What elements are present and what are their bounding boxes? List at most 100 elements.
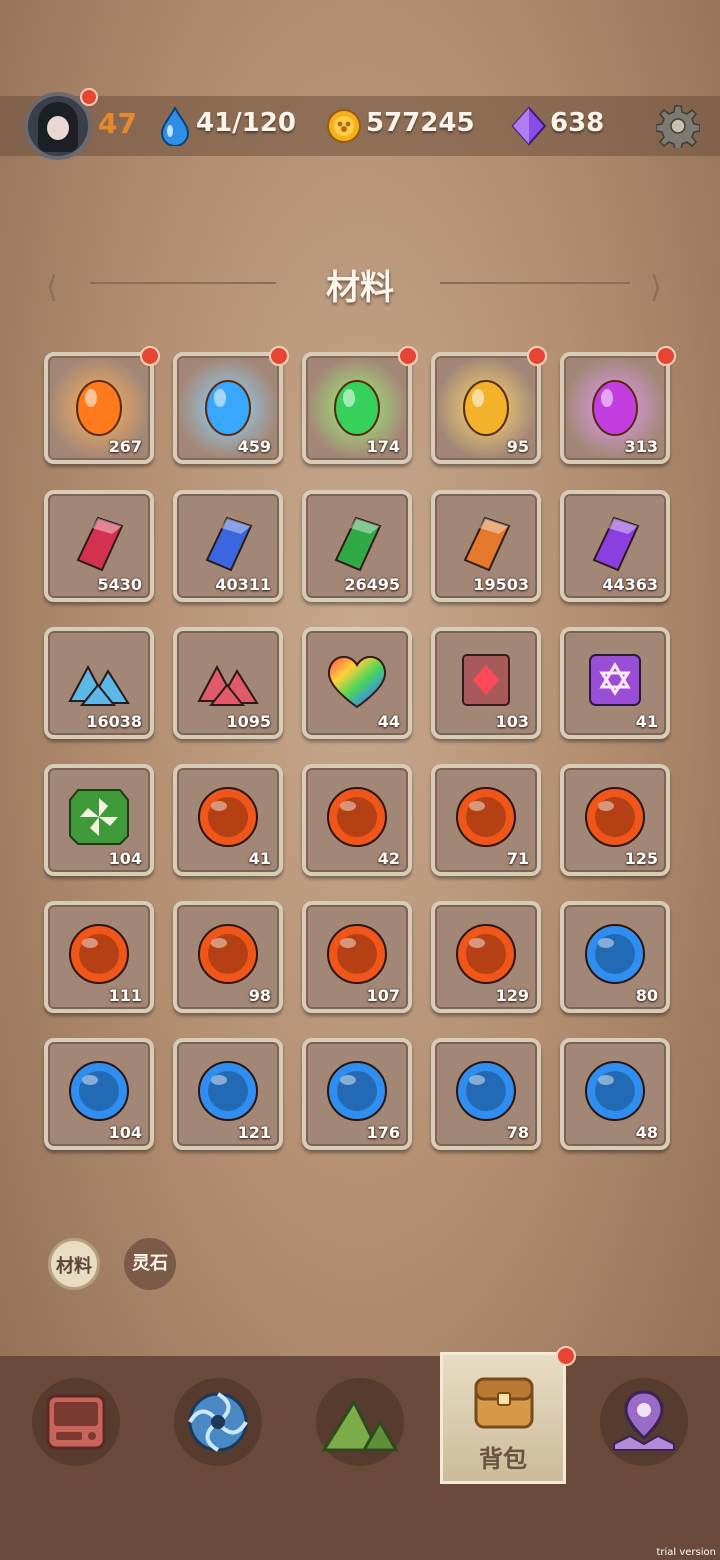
crystal-icon <box>463 516 511 572</box>
egg-icon <box>76 380 122 436</box>
item-count: 174 <box>366 437 400 456</box>
item-slot[interactable]: 44363 <box>560 490 670 602</box>
item-slot[interactable]: 40311 <box>173 490 283 602</box>
title-divider-right <box>440 282 630 284</box>
item-count: 42 <box>377 849 400 868</box>
orb-icon <box>198 787 258 847</box>
settings-gear-icon[interactable] <box>656 104 700 148</box>
crystal-icon <box>205 516 253 572</box>
avatar-face <box>47 116 69 140</box>
water-drop-icon <box>160 106 190 146</box>
item-slot[interactable]: 121 <box>173 1038 283 1150</box>
coin-icon <box>327 109 361 143</box>
nav-terminal-button[interactable] <box>32 1378 120 1466</box>
nav-backpack-notification-badge <box>556 1346 576 1366</box>
item-slot[interactable]: 80 <box>560 901 670 1013</box>
orb-icon <box>327 1061 387 1121</box>
orb-icon <box>585 924 645 984</box>
new-item-badge <box>656 346 676 366</box>
item-count: 1095 <box>226 712 271 731</box>
item-count: 40311 <box>215 575 271 594</box>
item-slot[interactable]: 174 <box>302 346 418 464</box>
item-slot[interactable]: 313 <box>560 346 676 464</box>
item-slot[interactable]: 44 <box>302 627 412 739</box>
item-count: 80 <box>635 986 658 1005</box>
filter-materials-button[interactable]: 材料 <box>48 1238 100 1290</box>
orb-icon <box>456 924 516 984</box>
egg-icon <box>592 380 638 436</box>
item-count: 176 <box>366 1123 400 1142</box>
item-slot[interactable]: 98 <box>173 901 283 1013</box>
mountain-icon <box>321 1398 399 1452</box>
item-count: 107 <box>366 986 400 1005</box>
item-slot[interactable]: 95 <box>431 346 547 464</box>
item-slot[interactable]: 103 <box>431 627 541 739</box>
item-slot[interactable]: 78 <box>431 1038 541 1150</box>
new-item-badge <box>398 346 418 366</box>
item-slot[interactable]: 129 <box>431 901 541 1013</box>
page-title: 材料 <box>326 268 394 308</box>
item-count: 98 <box>248 986 271 1005</box>
item-slot[interactable]: 125 <box>560 764 670 876</box>
avatar-notification-badge <box>80 88 98 106</box>
item-slot[interactable]: 104 <box>44 1038 154 1150</box>
orb-icon <box>585 787 645 847</box>
item-count: 459 <box>237 437 271 456</box>
item-slot[interactable]: 16038 <box>44 627 154 739</box>
item-count: 104 <box>108 849 142 868</box>
item-slot[interactable]: 176 <box>302 1038 412 1150</box>
orb-icon <box>327 787 387 847</box>
item-slot[interactable]: 107 <box>302 901 412 1013</box>
item-slot[interactable]: 71 <box>431 764 541 876</box>
item-count: 104 <box>108 1123 142 1142</box>
egg-icon <box>463 380 509 436</box>
item-slot[interactable]: 1095 <box>173 627 283 739</box>
fan-icon <box>69 789 129 845</box>
item-count: 125 <box>624 849 658 868</box>
new-item-badge <box>140 346 160 366</box>
item-count: 48 <box>635 1123 658 1142</box>
item-slot[interactable]: 48 <box>560 1038 670 1150</box>
egg-icon <box>205 380 251 436</box>
nav-portal-button[interactable] <box>174 1378 262 1466</box>
item-slot[interactable]: 267 <box>44 346 160 464</box>
item-slot[interactable]: 26495 <box>302 490 412 602</box>
terminal-icon <box>46 1394 106 1450</box>
backpack-icon <box>474 1377 534 1429</box>
item-count: 5430 <box>97 575 142 594</box>
gem-icon <box>511 106 547 146</box>
item-slot[interactable]: 41 <box>173 764 283 876</box>
orb-icon <box>585 1061 645 1121</box>
new-item-badge <box>527 346 547 366</box>
item-slot[interactable]: 41 <box>560 627 670 739</box>
item-count: 41 <box>635 712 658 731</box>
item-slot[interactable]: 42 <box>302 764 412 876</box>
crystal-icon <box>334 516 382 572</box>
nav-mountain-button[interactable] <box>316 1378 404 1466</box>
new-item-badge <box>269 346 289 366</box>
item-count: 19503 <box>473 575 529 594</box>
item-slot[interactable]: 459 <box>173 346 289 464</box>
crystal-icon <box>592 516 640 572</box>
item-count: 121 <box>237 1123 271 1142</box>
map-pin-icon <box>613 1390 675 1451</box>
book-icon <box>462 654 510 706</box>
item-slot[interactable]: 19503 <box>431 490 541 602</box>
nav-backpack-button[interactable]: 背包 <box>440 1352 566 1484</box>
item-count: 26495 <box>344 575 400 594</box>
crystal-icon <box>76 516 124 572</box>
item-slot[interactable]: 104 <box>44 764 154 876</box>
orb-icon <box>69 1061 129 1121</box>
title-flourish-right: ⟩ <box>650 270 662 305</box>
orb-icon <box>198 1061 258 1121</box>
filter-spirit-stone-button[interactable]: 灵石 <box>124 1238 176 1290</box>
item-slot[interactable]: 5430 <box>44 490 154 602</box>
item-count: 41 <box>248 849 271 868</box>
item-count: 267 <box>108 437 142 456</box>
ore-icon <box>197 664 259 706</box>
item-count: 313 <box>624 437 658 456</box>
item-slot[interactable]: 111 <box>44 901 154 1013</box>
energy-value: 41/120 <box>196 108 296 138</box>
gem-value: 638 <box>550 108 605 138</box>
nav-map-button[interactable] <box>600 1378 688 1466</box>
